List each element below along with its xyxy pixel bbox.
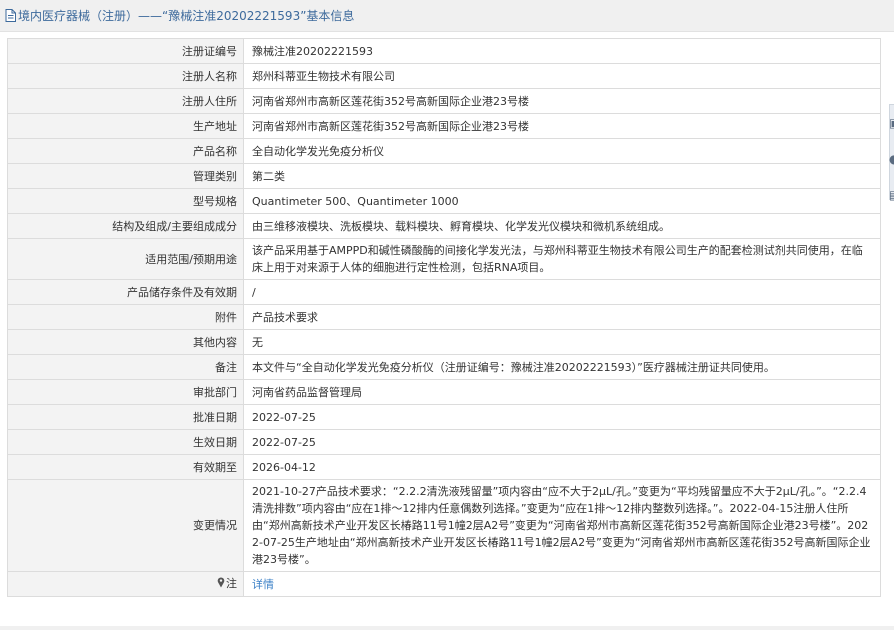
- row-value: 河南省郑州市高新区莲花街352号高新国际企业港23号楼: [243, 113, 881, 139]
- table-row: 生效日期 2022-07-25: [7, 429, 881, 455]
- row-label: 备注: [7, 354, 244, 380]
- row-label: 其他内容: [7, 329, 244, 355]
- side-tab-icon-2: ◐: [889, 152, 894, 166]
- row-label: 审批部门: [7, 379, 244, 405]
- row-label: 变更情况: [7, 479, 244, 572]
- note-row: 注 详情: [7, 571, 881, 597]
- row-value: 产品技术要求: [243, 304, 881, 330]
- table-row: 附件 产品技术要求: [7, 304, 881, 330]
- row-value: 豫械注准20202221593: [243, 38, 881, 64]
- row-label: 型号规格: [7, 188, 244, 214]
- note-value-cell: 详情: [243, 571, 881, 597]
- table-row: 变更情况 2021-10-27产品技术要求：“2.2.2清洗液残留量”项内容由“…: [7, 479, 881, 572]
- row-value: 无: [243, 329, 881, 355]
- row-label: 注册人住所: [7, 88, 244, 114]
- table-row: 其他内容 无: [7, 329, 881, 355]
- document-icon: [5, 9, 16, 22]
- row-label: 结构及组成/主要组成成分: [7, 213, 244, 239]
- table-row: 适用范围/预期用途 该产品采用基于AMPPD和碱性磷酸酶的间接化学发光法，与郑州…: [7, 238, 881, 280]
- table-row: 型号规格 Quantimeter 500、Quantimeter 1000: [7, 188, 881, 214]
- row-label: 批准日期: [7, 404, 244, 430]
- page-header: 境内医疗器械（注册）——“豫械注准20202221593”基本信息: [0, 0, 894, 32]
- row-label: 生产地址: [7, 113, 244, 139]
- table-row: 结构及组成/主要组成成分 由三维移液模块、洗板模块、载料模块、孵育模块、化学发光…: [7, 213, 881, 239]
- table-row: 审批部门 河南省药品监督管理局: [7, 379, 881, 405]
- table-row: 生产地址 河南省郑州市高新区莲花街352号高新国际企业港23号楼: [7, 113, 881, 139]
- table-row: 产品名称 全自动化学发光免疫分析仪: [7, 138, 881, 164]
- table-row: 备注 本文件与“全自动化学发光免疫分析仪（注册证编号：豫械注准202022215…: [7, 354, 881, 380]
- row-value: 第二类: [243, 163, 881, 189]
- map-pin-icon: [217, 576, 225, 593]
- row-label: 管理类别: [7, 163, 244, 189]
- note-label: 注: [226, 577, 237, 590]
- table-row: 批准日期 2022-07-25: [7, 404, 881, 430]
- row-value: 2022-07-25: [243, 404, 881, 430]
- bottom-strip: [0, 626, 894, 630]
- row-value: 本文件与“全自动化学发光免疫分析仪（注册证编号：豫械注准20202221593）…: [243, 354, 881, 380]
- row-label: 适用范围/预期用途: [7, 238, 244, 280]
- row-label: 有效期至: [7, 454, 244, 480]
- row-value: 2026-04-12: [243, 454, 881, 480]
- table-row: 注册证编号 豫械注准20202221593: [7, 38, 881, 64]
- row-value: 该产品采用基于AMPPD和碱性磷酸酶的间接化学发光法，与郑州科蒂亚生物技术有限公…: [243, 238, 881, 280]
- row-value: 河南省药品监督管理局: [243, 379, 881, 405]
- row-value: 2022-07-25: [243, 429, 881, 455]
- row-label: 生效日期: [7, 429, 244, 455]
- row-label: 产品储存条件及有效期: [7, 279, 244, 305]
- details-link[interactable]: 详情: [252, 578, 274, 591]
- row-value: 全自动化学发光免疫分析仪: [243, 138, 881, 164]
- row-label: 附件: [7, 304, 244, 330]
- side-tab-icon-1: ▣: [889, 116, 894, 130]
- row-label: 注册人名称: [7, 63, 244, 89]
- row-value: Quantimeter 500、Quantimeter 1000: [243, 188, 881, 214]
- row-value: 2021-10-27产品技术要求：“2.2.2清洗液残留量”项内容由“应不大于2…: [243, 479, 881, 572]
- row-value: 由三维移液模块、洗板模块、载料模块、孵育模块、化学发光仪模块和微机系统组成。: [243, 213, 881, 239]
- note-label-cell: 注: [7, 571, 244, 597]
- table-row: 管理类别 第二类: [7, 163, 881, 189]
- page-title: 境内医疗器械（注册）——“豫械注准20202221593”基本信息: [18, 9, 355, 23]
- info-table: 注册证编号 豫械注准20202221593 注册人名称 郑州科蒂亚生物技术有限公…: [7, 38, 881, 597]
- table-row: 有效期至 2026-04-12: [7, 454, 881, 480]
- table-row: 注册人名称 郑州科蒂亚生物技术有限公司: [7, 63, 881, 89]
- side-tab-icon-3: ▤: [889, 188, 894, 202]
- row-value: /: [243, 279, 881, 305]
- row-label: 注册证编号: [7, 38, 244, 64]
- table-row: 注册人住所 河南省郑州市高新区莲花街352号高新国际企业港23号楼: [7, 88, 881, 114]
- row-value: 河南省郑州市高新区莲花街352号高新国际企业港23号楼: [243, 88, 881, 114]
- row-label: 产品名称: [7, 138, 244, 164]
- table-row: 产品储存条件及有效期 /: [7, 279, 881, 305]
- row-value: 郑州科蒂亚生物技术有限公司: [243, 63, 881, 89]
